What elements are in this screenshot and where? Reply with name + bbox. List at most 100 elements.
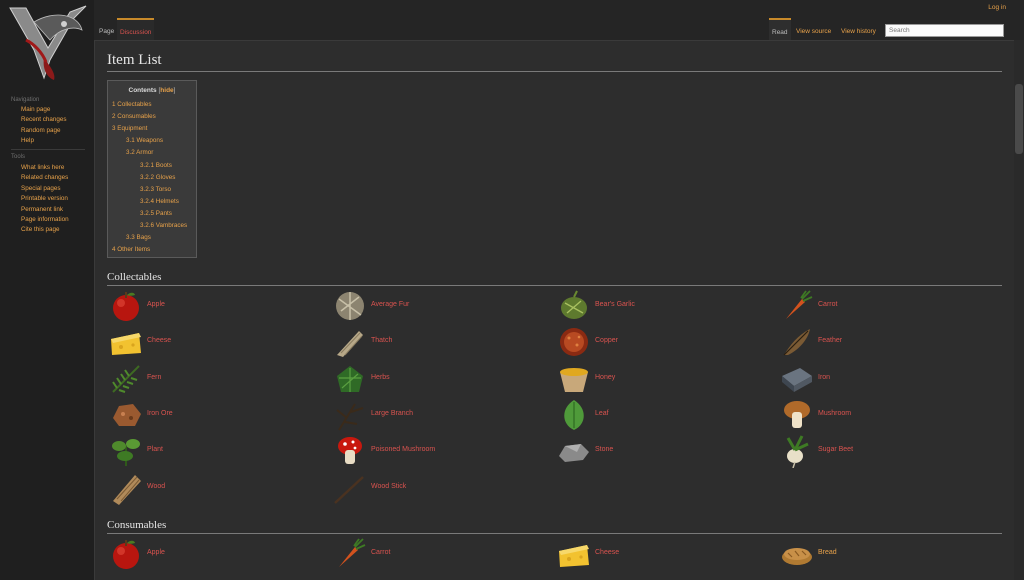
search-input[interactable] bbox=[885, 24, 1004, 37]
tool-what-links-here[interactable]: What links here bbox=[21, 164, 64, 171]
toc-entry-label[interactable]: Gloves bbox=[156, 174, 176, 181]
item-link[interactable]: Thatch bbox=[371, 337, 392, 344]
item-link[interactable]: Apple bbox=[147, 301, 165, 308]
item-link[interactable]: Cheese bbox=[595, 549, 619, 556]
copper-icon[interactable] bbox=[557, 325, 591, 359]
herbs-icon[interactable] bbox=[333, 362, 367, 396]
fur-icon[interactable] bbox=[333, 289, 367, 323]
tool-page-information[interactable]: Page information bbox=[21, 216, 69, 223]
toc-entry-label[interactable]: Bags bbox=[137, 234, 151, 241]
tab-discussion[interactable]: Discussion bbox=[117, 18, 155, 41]
honey-icon[interactable] bbox=[557, 362, 591, 396]
feather-icon[interactable] bbox=[780, 325, 814, 359]
plant-icon[interactable] bbox=[109, 434, 143, 468]
bread-icon[interactable] bbox=[780, 537, 814, 571]
item-link[interactable]: Bear's Garlic bbox=[595, 301, 635, 308]
branch-icon[interactable] bbox=[333, 398, 367, 432]
tool-permanent-link[interactable]: Permanent link bbox=[21, 206, 63, 213]
toc-entry-label[interactable]: Other Items bbox=[117, 246, 150, 253]
tab-view-history-label[interactable]: View history bbox=[841, 28, 876, 35]
toc-entry[interactable]: 3.2.1 Boots bbox=[140, 162, 172, 169]
tool-related-changes[interactable]: Related changes bbox=[21, 174, 68, 181]
apple-icon[interactable] bbox=[109, 537, 143, 571]
iron-icon[interactable] bbox=[780, 362, 814, 396]
toc-entry[interactable]: 3.2.5 Pants bbox=[140, 210, 172, 217]
toc-entry[interactable]: 3.2.6 Vambraces bbox=[140, 222, 187, 229]
wood-icon[interactable] bbox=[109, 471, 143, 505]
toc-entry-label[interactable]: Vambraces bbox=[156, 222, 187, 229]
item-link[interactable]: Sugar Beet bbox=[818, 446, 853, 453]
item-link[interactable]: Leaf bbox=[595, 410, 609, 417]
site-logo[interactable] bbox=[4, 0, 92, 84]
tool-printable-version[interactable]: Printable version bbox=[21, 195, 68, 202]
item-link[interactable]: Large Branch bbox=[371, 410, 413, 417]
item-link[interactable]: Wood bbox=[147, 483, 165, 490]
toc-entry[interactable]: 3.3 Bags bbox=[126, 234, 151, 241]
tab-page[interactable]: Page bbox=[96, 19, 117, 40]
fern-icon[interactable] bbox=[109, 362, 143, 396]
thatch-icon[interactable] bbox=[333, 325, 367, 359]
toc-entry-label[interactable]: Equipment bbox=[117, 125, 147, 132]
tab-view-source[interactable]: View source bbox=[793, 19, 834, 40]
item-link[interactable]: Herbs bbox=[371, 374, 390, 381]
item-link[interactable]: Fern bbox=[147, 374, 161, 381]
cheese-icon[interactable] bbox=[557, 537, 591, 571]
toc-entry[interactable]: 4 Other Items bbox=[112, 246, 150, 253]
mushroom-icon[interactable] bbox=[780, 398, 814, 432]
toc-entry[interactable]: 3.2.2 Gloves bbox=[140, 174, 175, 181]
item-link[interactable]: Apple bbox=[147, 549, 165, 556]
toc-entry[interactable]: 3.2 Armor bbox=[126, 149, 153, 156]
scrollbar-thumb[interactable] bbox=[1015, 84, 1023, 154]
toc-entry[interactable]: 3.2.3 Torso bbox=[140, 186, 171, 193]
nav-main-page[interactable]: Main page bbox=[21, 106, 50, 113]
toc-entry-label[interactable]: Weapons bbox=[137, 137, 164, 144]
item-link[interactable]: Wood Stick bbox=[371, 483, 406, 490]
toc-entry-label[interactable]: Pants bbox=[156, 210, 172, 217]
carrot-icon[interactable] bbox=[780, 289, 814, 323]
toc-entry-label[interactable]: Torso bbox=[156, 186, 171, 193]
item-link[interactable]: Iron bbox=[818, 374, 830, 381]
item-link[interactable]: Honey bbox=[595, 374, 615, 381]
carrot-icon[interactable] bbox=[333, 537, 367, 571]
item-link[interactable]: Bread bbox=[818, 549, 837, 556]
toc-entry[interactable]: 3.1 Weapons bbox=[126, 137, 163, 144]
item-link[interactable]: Poisoned Mushroom bbox=[371, 446, 435, 453]
tab-view-source-label[interactable]: View source bbox=[796, 28, 831, 35]
toc-entry[interactable]: 2 Consumables bbox=[112, 113, 156, 120]
item-link[interactable]: Mushroom bbox=[818, 410, 851, 417]
nav-recent-changes[interactable]: Recent changes bbox=[21, 116, 67, 123]
toc-entry-label[interactable]: Consumables bbox=[117, 113, 156, 120]
toc-entry-label[interactable]: Collectables bbox=[117, 101, 151, 108]
item-link[interactable]: Plant bbox=[147, 446, 163, 453]
sugar-beet-icon[interactable] bbox=[780, 434, 814, 469]
item-link[interactable]: Iron Ore bbox=[147, 410, 173, 417]
apple-icon[interactable] bbox=[109, 289, 143, 323]
toc-entry-label[interactable]: Helmets bbox=[156, 198, 179, 205]
wood-stick-icon[interactable] bbox=[333, 471, 367, 505]
toc-hide-link[interactable]: hide bbox=[160, 87, 173, 94]
tab-view-history[interactable]: View history bbox=[838, 19, 879, 40]
item-link[interactable]: Feather bbox=[818, 337, 842, 344]
toc-entry[interactable]: 3 Equipment bbox=[112, 125, 147, 132]
toc-entry[interactable]: 3.2.4 Helmets bbox=[140, 198, 179, 205]
item-link[interactable]: Carrot bbox=[371, 549, 390, 556]
stone-icon[interactable] bbox=[557, 434, 591, 468]
item-link[interactable]: Carrot bbox=[818, 301, 837, 308]
toc-entry-label[interactable]: Armor bbox=[136, 149, 153, 156]
leaf-icon[interactable] bbox=[557, 398, 591, 432]
tab-read[interactable]: Read bbox=[769, 18, 791, 41]
login-link[interactable]: Log in bbox=[988, 4, 1006, 11]
tool-cite-this-page[interactable]: Cite this page bbox=[21, 226, 60, 233]
tool-special-pages[interactable]: Special pages bbox=[21, 185, 61, 192]
item-link[interactable]: Average Fur bbox=[371, 301, 409, 308]
scrollbar[interactable] bbox=[1014, 40, 1024, 580]
iron-ore-icon[interactable] bbox=[109, 398, 143, 432]
garlic-icon[interactable] bbox=[557, 289, 591, 323]
item-link[interactable]: Cheese bbox=[147, 337, 171, 344]
nav-random-page[interactable]: Random page bbox=[21, 127, 61, 134]
cheese-icon[interactable] bbox=[109, 325, 143, 359]
nav-help[interactable]: Help bbox=[21, 137, 34, 144]
item-link[interactable]: Copper bbox=[595, 337, 618, 344]
item-link[interactable]: Stone bbox=[595, 446, 613, 453]
toc-entry[interactable]: 1 Collectables bbox=[112, 101, 152, 108]
